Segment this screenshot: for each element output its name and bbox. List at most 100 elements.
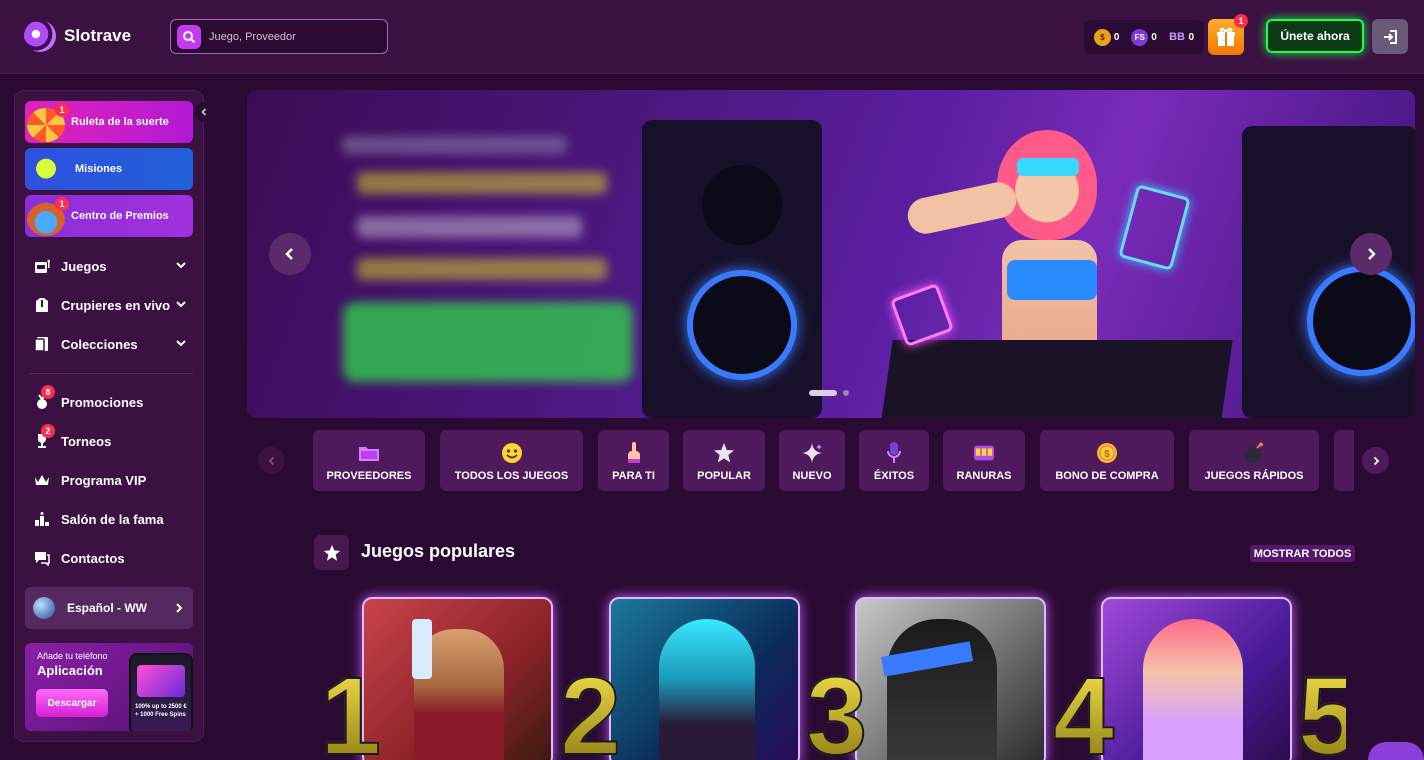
gift-button[interactable]: 1 — [1208, 14, 1248, 55]
game-card-4[interactable] — [1101, 597, 1292, 760]
hero-banner[interactable] — [247, 90, 1415, 418]
rank-number-1: 1 — [319, 661, 382, 760]
microphone-icon — [883, 442, 905, 464]
banner-pagination — [809, 390, 849, 396]
bomb-icon — [1243, 442, 1265, 464]
free-spins-balance: FS 0 — [1131, 28, 1157, 46]
lucky-wheel-card[interactable]: Ruleta de la suerte 1 — [25, 101, 193, 143]
category-for-you[interactable]: PARA TI — [598, 430, 669, 491]
category-all-games[interactable]: TODOS LOS JUEGOS — [440, 430, 583, 491]
search-icon — [177, 24, 201, 49]
dj-deck-image — [881, 340, 1233, 418]
banner-prev-button[interactable] — [269, 233, 311, 275]
categories-prev-button[interactable] — [258, 447, 285, 474]
phone-image: 100% up to 2500 € + 1000 Free Spins — [129, 653, 193, 731]
cards-icon — [33, 335, 51, 353]
coin-icon: $ — [1096, 442, 1118, 464]
lucky-wheel-label: Ruleta de la suerte — [71, 115, 169, 128]
game-card-2[interactable] — [609, 597, 800, 760]
top-header: Slotrave $ 0 FS 0 BB 0 1 Únete ahora — [0, 0, 1424, 74]
chevron-right-icon — [1368, 248, 1376, 260]
app-download-card: Añade tu teléfono Aplicación Descargar 1… — [25, 643, 193, 731]
smiley-icon — [501, 442, 523, 464]
sidebar-item-games[interactable]: Juegos — [33, 254, 193, 278]
game-4-character-image — [1143, 619, 1243, 760]
speaker-left-image — [642, 120, 822, 418]
category-bonus-buy[interactable]: $ BONO DE COMPRA — [1040, 430, 1174, 491]
chat-icon — [33, 549, 51, 567]
live-chat-button[interactable] — [1368, 742, 1424, 760]
cocktail-icon — [27, 155, 65, 189]
folder-icon — [358, 442, 380, 464]
sidebar-item-contacts[interactable]: Contactos — [33, 546, 193, 570]
login-button[interactable] — [1372, 19, 1408, 54]
banner-dot-2[interactable] — [843, 390, 849, 396]
podium-icon — [33, 510, 51, 528]
game-card-3[interactable] — [855, 597, 1046, 760]
category-popular[interactable]: POPULAR — [683, 430, 765, 491]
sidebar-item-tournaments[interactable]: 2 Torneos — [33, 424, 193, 453]
balances-bar[interactable]: $ 0 FS 0 BB 0 — [1084, 20, 1204, 54]
chevron-down-icon — [176, 262, 186, 269]
star-icon — [323, 544, 340, 561]
sidebar-collapse-button[interactable] — [194, 102, 214, 122]
search-input[interactable] — [209, 30, 379, 43]
sidebar-item-hall-of-fame[interactable]: Salón de la fama — [33, 507, 193, 531]
banner-blurred-offer-2 — [357, 216, 582, 238]
banner-blurred-cta — [343, 302, 633, 382]
game-card-1[interactable] — [362, 597, 553, 760]
rank-number-2: 2 — [559, 661, 622, 760]
category-providers[interactable]: PROVEEDORES — [313, 430, 425, 491]
slot-machine-icon — [33, 257, 51, 275]
sidebar-item-promotions[interactable]: 8 Promociones — [33, 385, 193, 414]
category-quick-games[interactable]: JUEGOS RÁPIDOS — [1189, 430, 1319, 491]
svg-text:$: $ — [1104, 449, 1110, 460]
brand-name: Slotrave — [64, 26, 132, 45]
app-title: Aplicación — [37, 663, 103, 678]
rank-number-5: 5 — [1298, 662, 1346, 760]
dealer-icon — [33, 296, 51, 314]
chevron-right-icon — [176, 603, 183, 613]
banner-dot-1[interactable] — [809, 390, 837, 396]
banner-blurred-offer-1 — [357, 172, 607, 194]
rewards-center-badge: 1 — [55, 197, 69, 211]
rewards-center-card[interactable]: Centro de Premios 1 — [25, 195, 193, 237]
banner-next-button[interactable] — [1350, 233, 1392, 275]
popular-games-title: Juegos populares — [361, 541, 516, 561]
sidebar-item-collections[interactable]: Colecciones — [33, 332, 193, 356]
brand-logo[interactable]: Slotrave — [19, 15, 132, 57]
trophy-icon: 2 — [33, 424, 55, 450]
banner-blurred-offer-3 — [357, 258, 607, 280]
join-now-button[interactable]: Únete ahora — [1266, 19, 1364, 53]
rank-number-3: 3 — [805, 661, 868, 760]
speaker-right-image — [1242, 126, 1415, 418]
chevron-left-icon — [268, 456, 274, 465]
category-hits[interactable]: ÉXITOS — [859, 430, 929, 491]
download-button[interactable]: Descargar — [36, 689, 108, 717]
category-partial[interactable] — [1334, 430, 1354, 491]
phone-caption: 100% up to 2500 € + 1000 Free Spins — [135, 704, 187, 718]
lucky-wheel-badge: 1 — [55, 103, 69, 117]
sidebar: Ruleta de la suerte 1 Misiones Centro de… — [14, 90, 204, 742]
search-box[interactable] — [170, 19, 388, 54]
popular-star-badge — [314, 535, 349, 570]
sparkle-icon — [801, 442, 823, 464]
coin-balance: $ 0 — [1093, 28, 1119, 46]
chevron-down-icon — [176, 301, 186, 308]
sidebar-item-vip[interactable]: Programa VIP — [33, 468, 193, 492]
globe-icon — [33, 597, 55, 619]
logo-planet-icon — [19, 15, 61, 57]
categories-next-button[interactable] — [1362, 447, 1389, 474]
star-icon — [713, 442, 735, 464]
pointing-hand-icon — [623, 442, 645, 464]
language-label: Español - WW — [67, 601, 147, 615]
category-slots[interactable]: RANURAS — [943, 430, 1025, 491]
missions-card[interactable]: Misiones — [25, 148, 193, 190]
chevron-down-icon — [176, 340, 186, 347]
bonus-bb-icon: BB — [1169, 31, 1185, 43]
language-selector[interactable]: Español - WW — [25, 587, 193, 629]
category-new[interactable]: NUEVO — [779, 430, 845, 491]
sidebar-item-live-dealers[interactable]: Crupieres en vivo — [33, 293, 193, 317]
show-all-button[interactable]: MOSTRAR TODOS — [1250, 545, 1355, 562]
rank-number-4: 4 — [1052, 661, 1115, 760]
